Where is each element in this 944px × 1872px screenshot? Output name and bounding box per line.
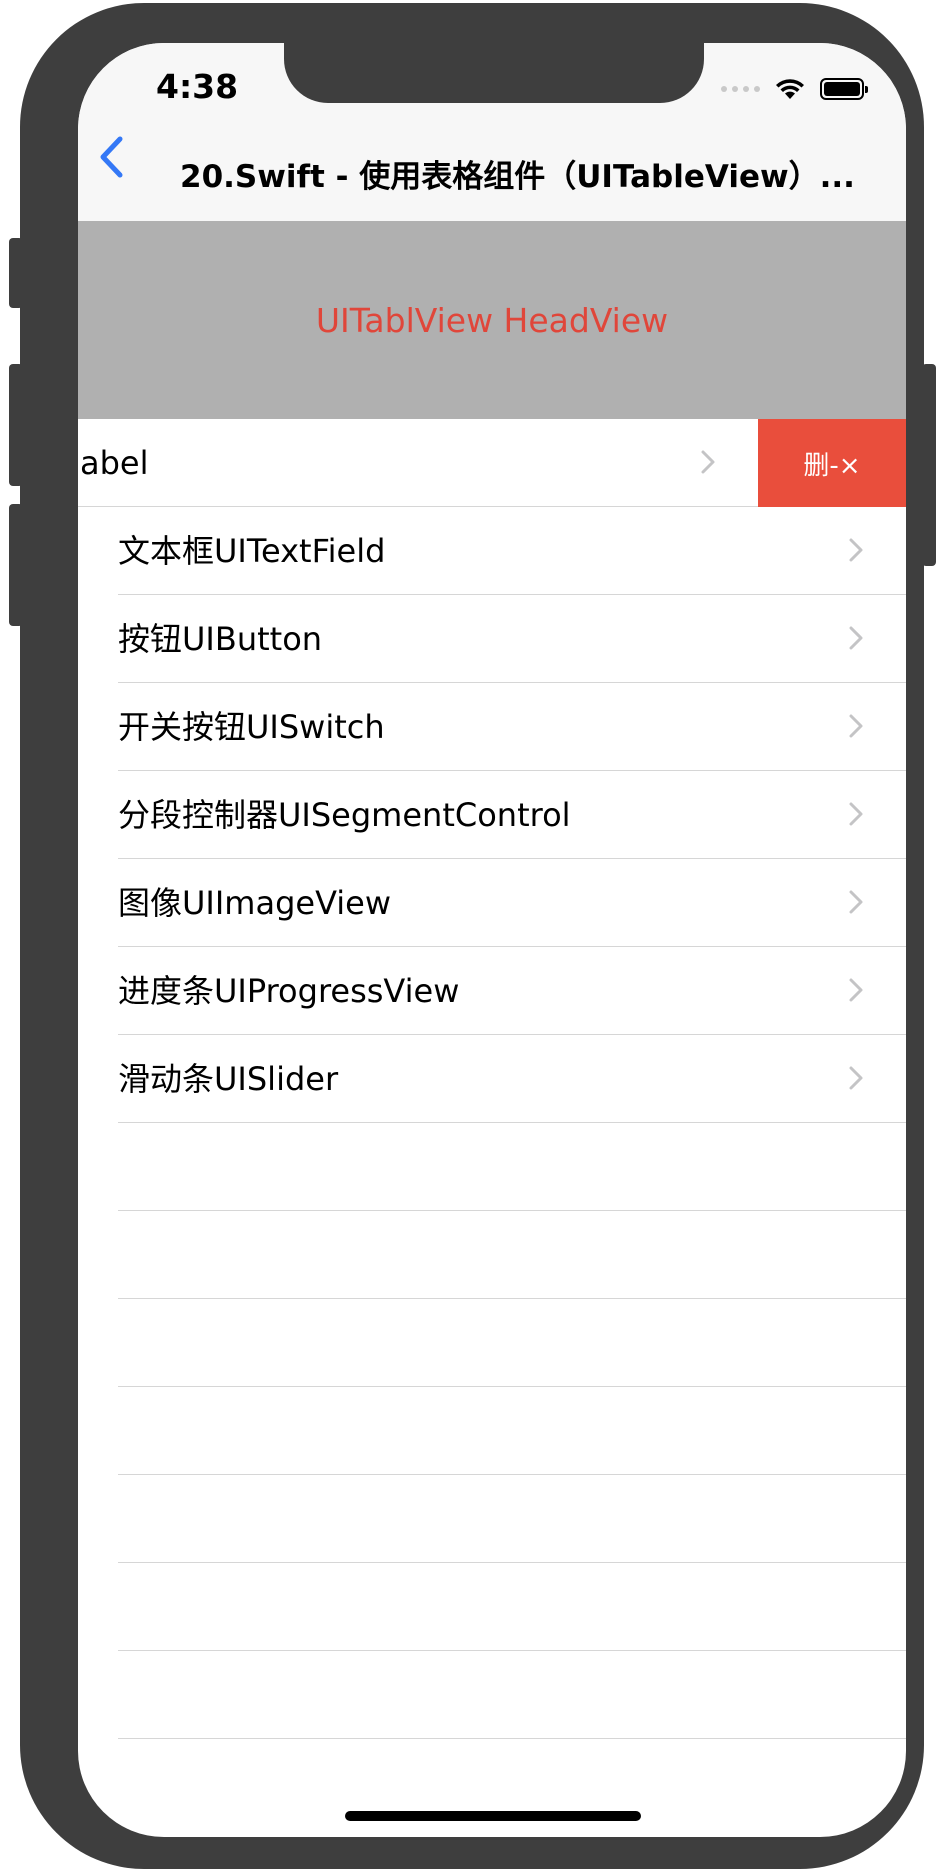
empty-row-separator bbox=[118, 1650, 906, 1651]
row-separator bbox=[118, 1122, 906, 1123]
status-icons bbox=[721, 77, 868, 101]
empty-row-separator bbox=[118, 1298, 906, 1299]
chevron-right-icon bbox=[849, 802, 863, 826]
status-time: 4:38 bbox=[156, 67, 239, 106]
row-label: 滑动条UISlider bbox=[118, 1060, 339, 1098]
empty-row-separator bbox=[118, 1386, 906, 1387]
wifi-icon bbox=[776, 79, 804, 99]
signal-icon bbox=[721, 86, 760, 92]
battery-icon bbox=[820, 78, 868, 100]
row-label: 分段控制器UISegmentControl bbox=[118, 796, 571, 834]
table-row[interactable]: 分段控制器UISegmentControl bbox=[78, 771, 906, 859]
row-label: 进度条UIProgressView bbox=[118, 972, 460, 1010]
notch bbox=[284, 43, 704, 103]
chevron-right-icon bbox=[849, 890, 863, 914]
device-frame: 4:38 20.Swift - 使用表格组件（UITableView）... U… bbox=[20, 3, 924, 1869]
chevron-right-icon bbox=[849, 626, 863, 650]
table-row[interactable]: 文本框UITextField bbox=[78, 507, 906, 595]
chevron-right-icon bbox=[849, 1066, 863, 1090]
table-header-view: UITablView HeadView bbox=[78, 221, 906, 419]
back-button[interactable] bbox=[98, 131, 138, 183]
table-row[interactable]: 进度条UIProgressView bbox=[78, 947, 906, 1035]
table-row[interactable]: 滑动条UISlider bbox=[78, 1035, 906, 1123]
empty-row-separator bbox=[118, 1474, 906, 1475]
row-label: 开关按钮UISwitch bbox=[118, 708, 385, 746]
chevron-right-icon bbox=[849, 714, 863, 738]
chevron-right-icon bbox=[701, 450, 715, 474]
empty-row-separator bbox=[118, 1738, 906, 1739]
table-row[interactable]: 开关按钮UISwitch bbox=[78, 683, 906, 771]
table-header-text: UITablView HeadView bbox=[315, 300, 669, 340]
row-label: 文本框UITextField bbox=[118, 532, 386, 570]
table-row[interactable]: 按钮UIButton bbox=[78, 595, 906, 683]
row-label: 图像UIImageView bbox=[118, 884, 392, 922]
table-row[interactable]: 图像UIImageView bbox=[78, 859, 906, 947]
row-label: 按钮UIButton bbox=[118, 620, 323, 658]
screen: 4:38 20.Swift - 使用表格组件（UITableView）... U… bbox=[78, 43, 906, 1837]
chevron-left-icon bbox=[100, 136, 123, 178]
table-row-swiped[interactable]: abel 删-× bbox=[78, 419, 906, 507]
nav-title: 20.Swift - 使用表格组件（UITableView）... bbox=[180, 159, 855, 195]
chevron-right-icon bbox=[849, 978, 863, 1002]
row-label: abel bbox=[80, 444, 149, 482]
chevron-right-icon bbox=[849, 538, 863, 562]
delete-button[interactable]: 删-× bbox=[758, 419, 906, 507]
side-button-power bbox=[922, 364, 936, 566]
empty-row-separator bbox=[118, 1562, 906, 1563]
home-indicator[interactable] bbox=[345, 1811, 641, 1821]
empty-row-separator bbox=[118, 1210, 906, 1211]
